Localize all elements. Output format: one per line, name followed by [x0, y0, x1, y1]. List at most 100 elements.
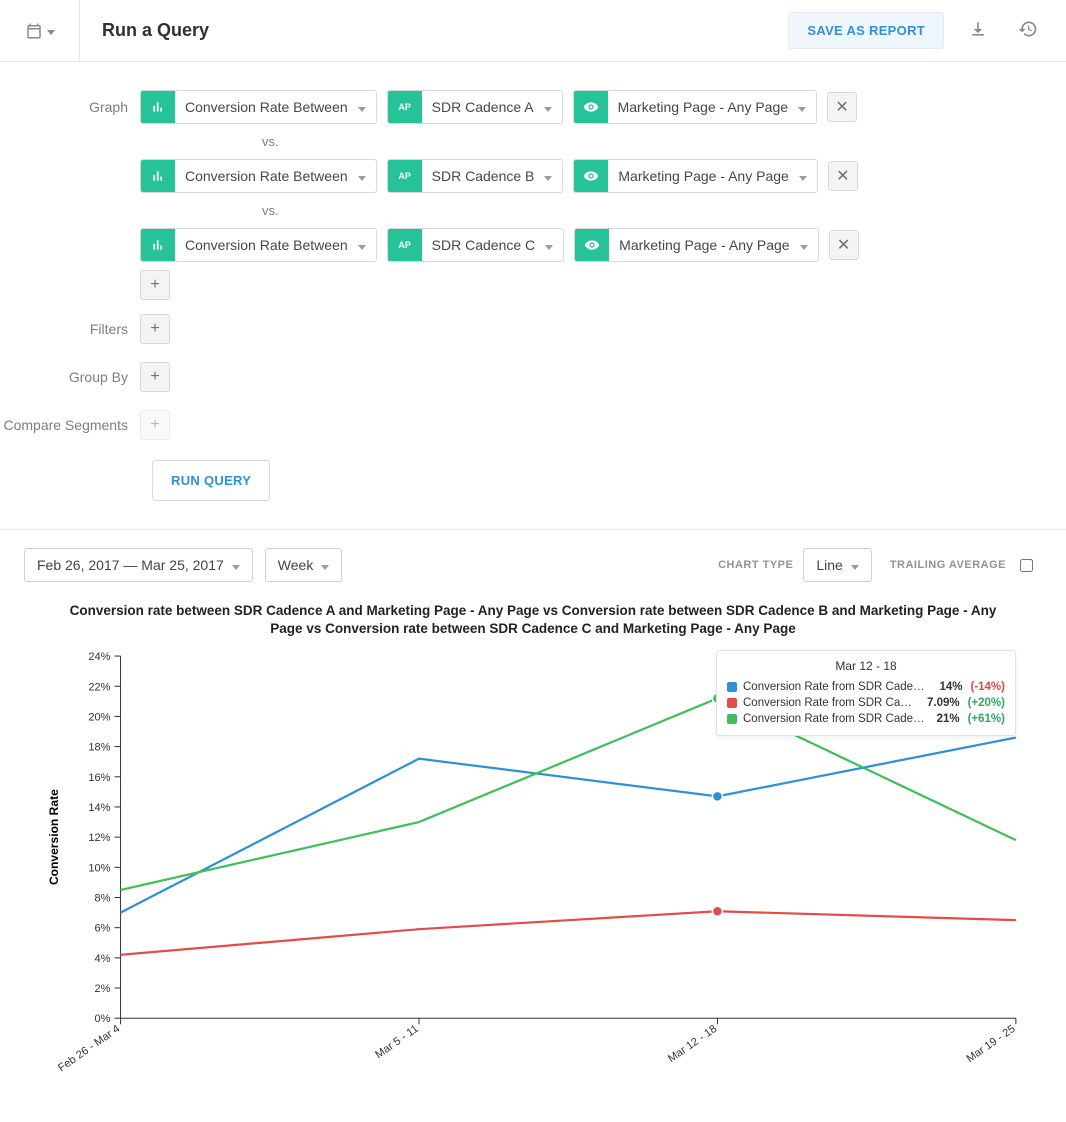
nav-dropdown[interactable]	[0, 0, 80, 61]
chevron-down-icon	[544, 160, 562, 192]
download-button[interactable]	[962, 13, 994, 48]
chevron-down-icon	[358, 91, 376, 123]
series-value: 21%	[937, 713, 960, 725]
event-select[interactable]: AP SDR Cadence A	[387, 90, 563, 124]
chart-title: Conversion rate between SDR Cadence A an…	[30, 590, 1036, 646]
svg-text:16%: 16%	[88, 772, 110, 784]
chevron-down-icon	[545, 229, 563, 261]
series-swatch	[727, 682, 737, 692]
page-select-label: Marketing Page - Any Page	[608, 91, 798, 123]
chevron-down-icon	[358, 229, 376, 261]
vs-label: vs.	[152, 130, 279, 153]
run-query-button[interactable]: RUN QUERY	[152, 460, 270, 501]
series-swatch	[727, 714, 737, 724]
page-title: Run a Query	[80, 20, 788, 41]
series-name: Conversion Rate from SDR Cadence C ...	[743, 713, 925, 725]
chart-type-value: Line	[816, 557, 842, 573]
remove-row-button[interactable]: ✕	[828, 161, 858, 191]
calendar-icon	[25, 22, 43, 40]
metric-select-label: Conversion Rate Between	[175, 160, 358, 192]
svg-text:Feb 26 - Mar 4: Feb 26 - Mar 4	[56, 1023, 122, 1074]
page-select-icon	[574, 91, 608, 123]
add-group-by-button[interactable]: +	[140, 362, 170, 392]
chevron-down-icon	[321, 557, 329, 573]
event-select[interactable]: AP SDR Cadence C	[387, 228, 565, 262]
series-name: Conversion Rate from SDR Cadence A ...	[743, 681, 927, 693]
page-select-label: Marketing Page - Any Page	[609, 229, 799, 261]
top-bar: Run a Query SAVE AS REPORT	[0, 0, 1066, 62]
svg-text:Conversion Rate: Conversion Rate	[47, 789, 61, 885]
svg-text:24%: 24%	[88, 652, 110, 664]
granularity-select[interactable]: Week	[265, 548, 343, 582]
chevron-down-icon	[798, 91, 816, 123]
event-select-label: SDR Cadence B	[422, 160, 545, 192]
remove-row-button[interactable]: ✕	[829, 230, 859, 260]
event-select-icon: AP	[388, 160, 422, 192]
event-select-label: SDR Cadence A	[422, 91, 544, 123]
chart-type-select[interactable]: Line	[803, 548, 871, 582]
event-select-icon: AP	[388, 229, 422, 261]
svg-text:8%: 8%	[95, 893, 111, 905]
chart-area: Conversion rate between SDR Cadence A an…	[0, 590, 1066, 1122]
series-value: 14%	[939, 681, 962, 693]
add-filter-button[interactable]: +	[140, 314, 170, 344]
save-as-report-button[interactable]: SAVE AS REPORT	[788, 12, 944, 49]
svg-text:0%: 0%	[95, 1014, 111, 1026]
svg-text:Mar 19 - 25: Mar 19 - 25	[964, 1023, 1017, 1065]
chevron-down-icon	[47, 23, 55, 38]
add-graph-row-button[interactable]: +	[140, 270, 170, 300]
page-select-label: Marketing Page - Any Page	[608, 160, 798, 192]
svg-text:6%: 6%	[95, 923, 111, 935]
metric-select-icon	[141, 160, 175, 192]
metric-select[interactable]: Conversion Rate Between	[140, 159, 377, 193]
group-by-label: Group By	[0, 369, 140, 385]
chart-type-label: CHART TYPE	[718, 559, 793, 571]
event-select[interactable]: AP SDR Cadence B	[387, 159, 564, 193]
svg-text:Mar 12 - 18: Mar 12 - 18	[666, 1023, 719, 1065]
svg-text:22%: 22%	[88, 682, 110, 694]
remove-row-button[interactable]: ✕	[827, 92, 857, 122]
page-select-icon	[575, 229, 609, 261]
series-value: 7.09%	[927, 697, 960, 709]
trailing-average-label: TRAILING AVERAGE	[890, 559, 1006, 571]
metric-select[interactable]: Conversion Rate Between	[140, 228, 377, 262]
metric-select-icon	[141, 229, 175, 261]
event-select-label: SDR Cadence C	[422, 229, 546, 261]
add-segment-button: +	[140, 410, 170, 440]
chevron-down-icon	[799, 160, 817, 192]
compare-segments-label: Compare Segments	[0, 417, 140, 433]
chart-tooltip: Mar 12 - 18 Conversion Rate from SDR Cad…	[716, 650, 1016, 736]
page-select[interactable]: Marketing Page - Any Page	[573, 90, 817, 124]
history-button[interactable]	[1012, 13, 1044, 48]
series-delta: (+20%)	[968, 697, 1005, 709]
filters-label: Filters	[0, 321, 140, 337]
tooltip-row: Conversion Rate from SDR Cadence C ... 2…	[727, 711, 1005, 727]
event-select-icon: AP	[388, 91, 422, 123]
top-actions: SAVE AS REPORT	[788, 12, 1066, 49]
page-select-icon	[574, 160, 608, 192]
chevron-down-icon	[544, 91, 562, 123]
svg-text:20%: 20%	[88, 712, 110, 724]
chevron-down-icon	[851, 557, 859, 573]
metric-select[interactable]: Conversion Rate Between	[140, 90, 377, 124]
date-range-select[interactable]: Feb 26, 2017 — Mar 25, 2017	[24, 548, 253, 582]
history-icon	[1018, 19, 1038, 39]
chevron-down-icon	[232, 557, 240, 573]
svg-text:4%: 4%	[95, 953, 111, 965]
metric-select-icon	[141, 91, 175, 123]
granularity-value: Week	[278, 557, 314, 573]
trailing-average-checkbox[interactable]	[1020, 559, 1033, 572]
chevron-down-icon	[800, 229, 818, 261]
chart-controls: Feb 26, 2017 — Mar 25, 2017 Week CHART T…	[0, 530, 1066, 590]
download-icon	[968, 19, 988, 39]
tooltip-title: Mar 12 - 18	[727, 659, 1005, 673]
metric-select-label: Conversion Rate Between	[175, 229, 358, 261]
tooltip-row: Conversion Rate from SDR Cadence A ... 1…	[727, 679, 1005, 695]
page-select[interactable]: Marketing Page - Any Page	[574, 228, 818, 262]
query-builder: Graph Conversion Rate Between AP SDR Cad…	[0, 62, 1066, 530]
page-select[interactable]: Marketing Page - Any Page	[573, 159, 817, 193]
tooltip-row: Conversion Rate from SDR Cadence B ... 7…	[727, 695, 1005, 711]
series-delta: (+61%)	[968, 713, 1005, 725]
series-delta: (-14%)	[970, 681, 1005, 693]
svg-text:18%: 18%	[88, 742, 110, 754]
